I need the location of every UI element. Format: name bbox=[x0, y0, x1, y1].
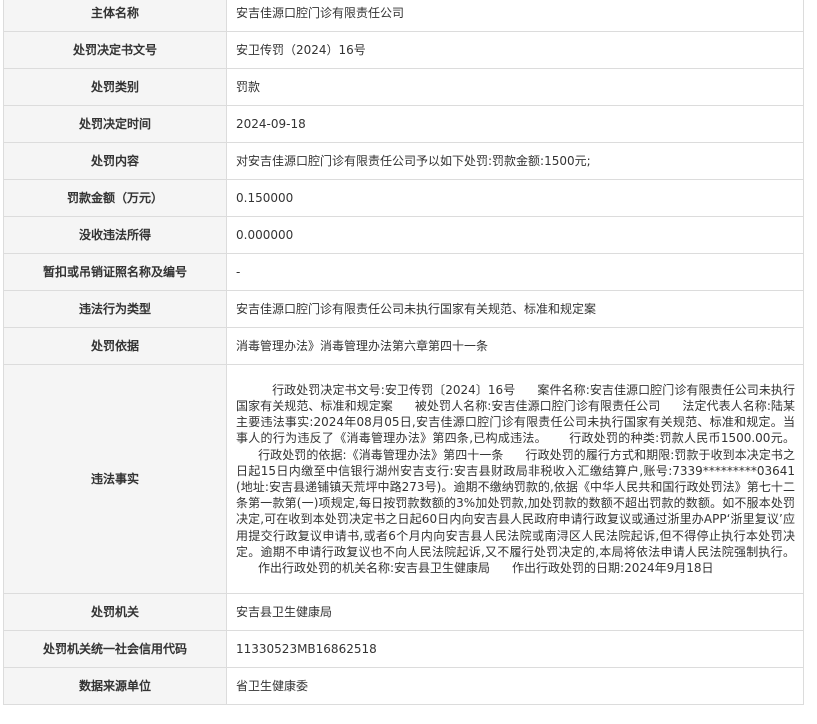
field-label: 处罚机关统一社会信用代码 bbox=[3, 630, 227, 668]
field-label: 处罚机关 bbox=[3, 593, 227, 631]
row-decision-number: 处罚决定书文号 安卫传罚（2024）16号 bbox=[3, 31, 804, 69]
row-violation-facts: 违法事实 行政处罚决定书文号:安卫传罚〔2024〕16号 案件名称:安吉佳源口腔门… bbox=[3, 364, 804, 594]
field-label: 没收违法所得 bbox=[3, 216, 227, 254]
row-penalty-authority: 处罚机关 安吉县卫生健康局 bbox=[3, 593, 804, 631]
field-value: 0.150000 bbox=[226, 179, 804, 217]
facts-issue-date: 作出行政处罚的日期:2024年9月18日 bbox=[512, 561, 714, 576]
row-license-revocation: 暂扣或吊销证照名称及编号 - bbox=[3, 253, 804, 291]
field-value: 罚款 bbox=[226, 68, 804, 106]
row-entity-name: 主体名称 安吉佳源口腔门诊有限责任公司 bbox=[3, 0, 804, 32]
field-value: 2024-09-18 bbox=[226, 105, 804, 143]
violation-facts-text: 行政处罚决定书文号:安卫传罚〔2024〕16号 案件名称:安吉佳源口腔门诊有限责任… bbox=[226, 364, 804, 594]
row-data-source: 数据来源单位 省卫生健康委 bbox=[3, 667, 804, 705]
facts-legal-representative: 法定代表人名称:陆某 bbox=[682, 398, 795, 413]
field-value: 消毒管理办法》消毒管理办法第六章第四十一条 bbox=[226, 327, 804, 365]
field-value: 安吉佳源口腔门诊有限责任公司未执行国家有关规范、标准和规定案 bbox=[226, 290, 804, 328]
field-value: 0.000000 bbox=[226, 216, 804, 254]
field-value: 安卫传罚（2024）16号 bbox=[226, 31, 804, 69]
row-decision-date: 处罚决定时间 2024-09-18 bbox=[3, 105, 804, 143]
field-label: 处罚内容 bbox=[3, 142, 227, 180]
penalty-detail-table: 主体名称 安吉佳源口腔门诊有限责任公司 处罚决定书文号 安卫传罚（2024）16… bbox=[3, 0, 804, 705]
field-value: 安吉佳源口腔门诊有限责任公司 bbox=[226, 0, 804, 32]
field-value: 安吉县卫生健康局 bbox=[226, 593, 804, 631]
facts-payment-terms: 行政处罚的履行方式和期限:罚款于收到本决定书之日起15日内缴至中信银行湖州安吉支… bbox=[236, 447, 795, 559]
field-label: 数据来源单位 bbox=[3, 667, 227, 705]
field-label: 违法行为类型 bbox=[3, 290, 227, 328]
row-violation-type: 违法行为类型 安吉佳源口腔门诊有限责任公司未执行国家有关规范、标准和规定案 bbox=[3, 290, 804, 328]
facts-party-name: 被处罚人名称:安吉佳源口腔门诊有限责任公司 bbox=[414, 398, 661, 413]
row-penalty-category: 处罚类别 罚款 bbox=[3, 68, 804, 106]
row-authority-credit-code: 处罚机关统一社会信用代码 11330523MB16862518 bbox=[3, 630, 804, 668]
facts-penalty-basis: 行政处罚的依据:《消毒管理办法》第四十一条 bbox=[258, 447, 504, 462]
field-label: 处罚类别 bbox=[3, 68, 227, 106]
penalty-record-panel: 主体名称 安吉佳源口腔门诊有限责任公司 处罚决定书文号 安卫传罚（2024）16… bbox=[0, 0, 817, 724]
field-label: 处罚决定时间 bbox=[3, 105, 227, 143]
row-fine-amount: 罚款金额（万元） 0.150000 bbox=[3, 179, 804, 217]
row-confiscated-income: 没收违法所得 0.000000 bbox=[3, 216, 804, 254]
field-value: - bbox=[226, 253, 804, 291]
field-label: 主体名称 bbox=[3, 0, 227, 32]
facts-issuing-authority: 作出行政处罚的机关名称:安吉县卫生健康局 bbox=[258, 561, 491, 576]
field-label: 处罚依据 bbox=[3, 327, 227, 365]
field-value: 省卫生健康委 bbox=[226, 667, 804, 705]
field-label: 暂扣或吊销证照名称及编号 bbox=[3, 253, 227, 291]
field-label: 处罚决定书文号 bbox=[3, 31, 227, 69]
field-label: 罚款金额（万元） bbox=[3, 179, 227, 217]
field-value: 11330523MB16862518 bbox=[226, 630, 804, 668]
field-value: 对安吉佳源口腔门诊有限责任公司予以如下处罚:罚款金额:1500元; bbox=[226, 142, 804, 180]
row-penalty-content: 处罚内容 对安吉佳源口腔门诊有限责任公司予以如下处罚:罚款金额:1500元; bbox=[3, 142, 804, 180]
row-penalty-basis: 处罚依据 消毒管理办法》消毒管理办法第六章第四十一条 bbox=[3, 327, 804, 365]
facts-penalty-kind: 行政处罚的种类:罚款人民币1500.00元。 bbox=[568, 431, 795, 446]
field-label: 违法事实 bbox=[3, 364, 227, 594]
facts-decision-number: 行政处罚决定书文号:安卫传罚〔2024〕16号 bbox=[272, 382, 516, 397]
